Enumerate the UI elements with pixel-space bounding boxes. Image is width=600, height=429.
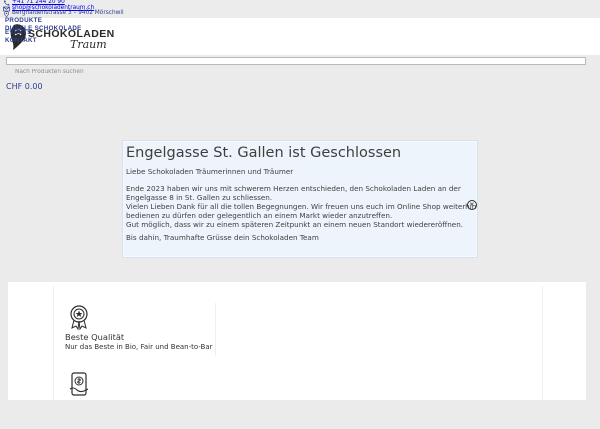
top-contact-bar: +41 71 244 20 90 shop@schokoladentraum.c… [0,0,600,18]
main-navigation: PRODUKTE DUNKLE SCHOKOLADE EVENTS KONTAK… [5,17,85,48]
nav-products[interactable]: PRODUKTE [5,17,42,24]
site-header: SCHOKOLADEN Traum PRODUKTE DUNKLE SCHOKO… [0,17,600,55]
feature-title-quality: Beste Qualität [65,332,125,342]
feature-quality: Beste Qualität Nur das Beste in Bio, Fai… [65,303,215,361]
modal-line-2: Engelgasse 8 in St. Gallen zu schliessen… [126,193,273,202]
payment-icon [69,372,89,396]
cart-total[interactable]: CHF 0.00 [6,82,43,91]
modal-line-4: bedienen zu dürfen oder gelegentlich an … [126,211,393,220]
close-modal-button[interactable]: × [467,200,477,210]
nav-events[interactable]: EVENTS [5,29,32,36]
product-search [6,57,586,75]
modal-line-1: Ende 2023 haben wir uns mit schwerem Her… [126,184,461,193]
feature-payment [65,371,215,429]
modal-closing: Bis dahin, Traumhafte Grüsse dein Schoko… [126,233,319,242]
award-icon [70,305,88,331]
feature-description-quality: Nur das Beste in Bio, Fair und Bean-to-B… [65,343,213,351]
closure-notice-modal: Engelgasse St. Gallen ist Geschlossen Li… [122,140,478,258]
modal-title: Engelgasse St. Gallen ist Geschlossen [126,145,402,161]
modal-line-3: Vielen Lieben Dank für all die tollen Be… [126,202,477,211]
nav-contact[interactable]: KONTAKT [5,37,37,44]
modal-message: Ende 2023 haben wir uns mit schwerem Her… [126,184,477,229]
modal-subtitle: Liebe Schokoladen Träumerinnen und Träum… [126,167,294,176]
feature-divider [215,303,216,356]
modal-line-5: Gut möglich, dass wir zu einem späteren … [126,220,464,229]
search-input[interactable] [7,69,585,75]
